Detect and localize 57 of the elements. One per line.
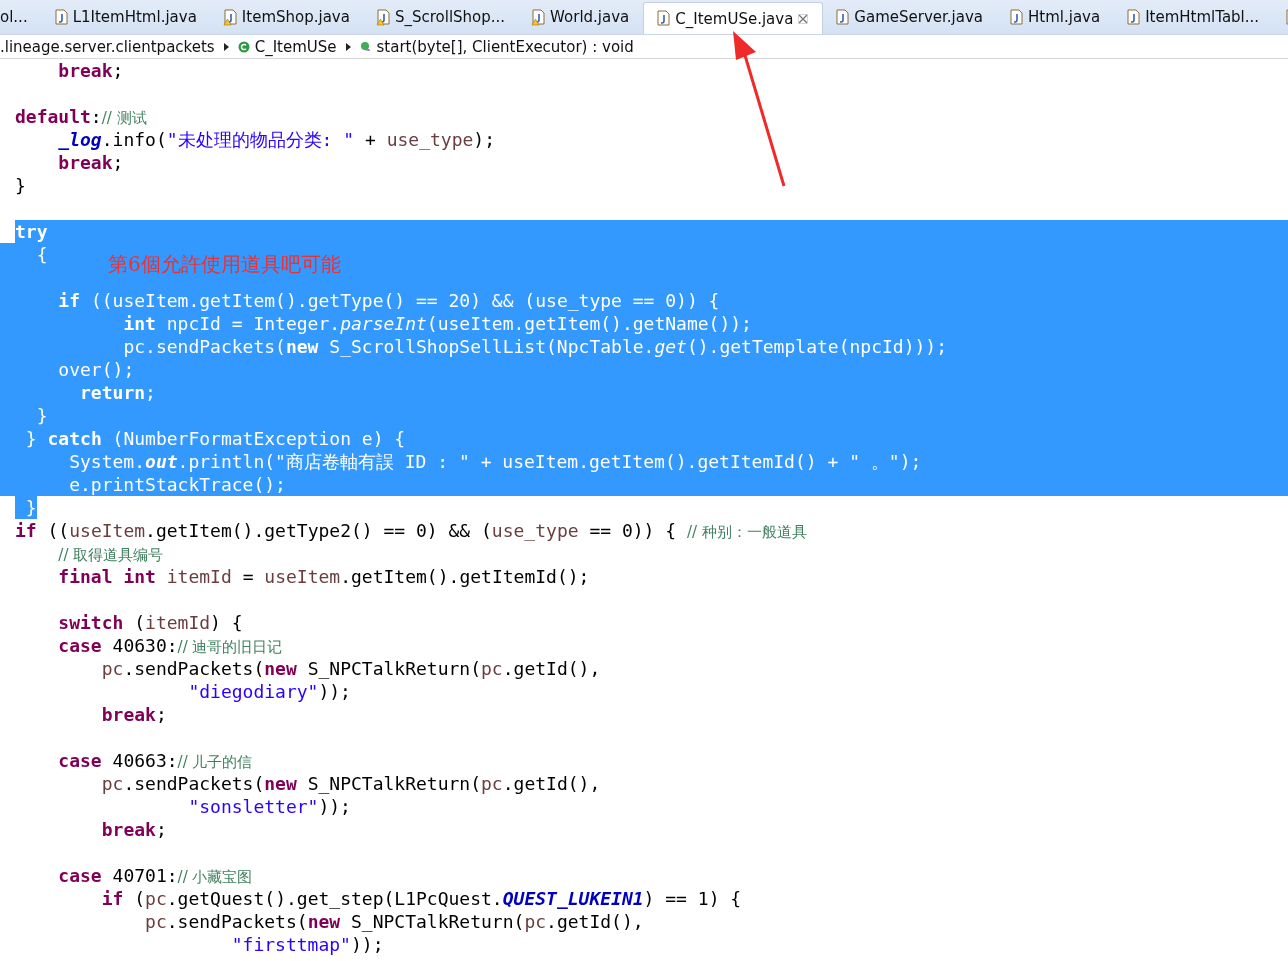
code-line: } catch (NumberFormatException e) { [24, 427, 406, 450]
code-line: if ((useItem.getItem().getType() == 20) && (use_type == 0)) { [57, 289, 720, 312]
code-line: System.out.println("商店卷軸有誤 ID : " + useItem.getItem().getItemId() + " 。"); [68, 450, 922, 473]
code-line: e.printStackTrace(); [68, 473, 286, 496]
method-icon [359, 41, 372, 52]
java-file-icon [1126, 8, 1141, 26]
code-line: break; [100, 818, 167, 841]
code-line: int npcId = Integer.parseInt(useItem.getItem().getName()); [122, 312, 752, 335]
code-line: default:// 测试 [15, 105, 147, 129]
code-line: break; [57, 151, 124, 174]
code-line: } [15, 174, 26, 197]
code-line: break; [100, 703, 167, 726]
java-file-icon [53, 8, 68, 26]
code-line: } [35, 404, 48, 427]
code-line: return; [79, 381, 156, 404]
code-line: if (pc.getQuest().get_step(L1PcQuest.QUEST_LUKEIN1) == 1) { [100, 887, 742, 910]
chevron-icon [344, 41, 352, 52]
breadcrumb-item[interactable]: .lineage.server.clientpackets [0, 37, 215, 56]
breadcrumb-item[interactable]: start(byte[], ClientExecutor) : void [359, 37, 634, 56]
editor-tab[interactable]: L1ItemHtml.java [41, 0, 211, 34]
code-line: switch (itemId) { [57, 611, 243, 634]
editor-tab[interactable]: GameServer.java [823, 0, 997, 34]
editor-tab[interactable]: World.java [519, 0, 644, 34]
code-line: over(); [57, 358, 135, 381]
code-line: if ((useItem.getItem().getType2() == 0) && (use_type == 0)) { // 种别：一般道具 [15, 519, 807, 543]
editor-tab[interactable]: S_ScrollShop... [363, 0, 520, 34]
code-line: pc.sendPackets(new S_NPCTalkReturn(pc.getId(), [100, 657, 601, 680]
code-line: pc.sendPackets(new S_ScrollShopSellList(NpcTable.get().getTemplate(npcId))); [122, 335, 947, 358]
java-file-icon [1009, 8, 1023, 26]
java-file-warning-icon [375, 8, 390, 26]
code-line: case 40701:// 小藏宝图 [57, 864, 253, 888]
annotation-text: 第6個允許使用道具吧可能 [108, 251, 341, 278]
code-line: { [35, 243, 48, 266]
code-line: // 取得道具编号 [57, 545, 164, 566]
java-file-warning-icon [531, 8, 546, 26]
code-line: case 40663:// 儿子的信 [57, 749, 253, 773]
java-file-warning-icon [222, 8, 237, 26]
editor-tab[interactable]: ItemHtmlTabl... [1114, 0, 1274, 34]
code-line: _log.info("未处理的物品分类: " + use_type); [57, 128, 496, 151]
editor-tab[interactable]: Html.java [997, 0, 1115, 34]
editor-tab[interactable]: ol... [0, 0, 42, 34]
code-line: "diegodiary")); [187, 680, 351, 703]
code-line: case 40630:// 迪哥的旧日记 [57, 634, 283, 658]
code-line: final int itemId = useItem.getItem().getItemId(); [57, 565, 590, 588]
breadcrumb-item[interactable]: C_ItemUSe [237, 37, 337, 56]
code-line: break; [57, 59, 124, 82]
close-icon[interactable] [798, 13, 809, 24]
chevron-icon [222, 41, 230, 52]
code-line: pc.sendPackets(new S_NPCTalkReturn(pc.getId(), [100, 772, 601, 795]
editor-tab[interactable]: ItemShop.java [210, 0, 364, 34]
code-line: "firsttmap")); [230, 933, 384, 956]
java-file-icon [835, 8, 850, 26]
java-file-icon [656, 10, 671, 27]
editor-tab[interactable]: C_ItemUSe.java [643, 2, 824, 34]
class-icon [237, 40, 250, 53]
code-line: "sonsletter")); [187, 795, 351, 818]
code-line: pc.sendPackets(new S_NPCTalkReturn(pc.getId(), [144, 910, 644, 933]
